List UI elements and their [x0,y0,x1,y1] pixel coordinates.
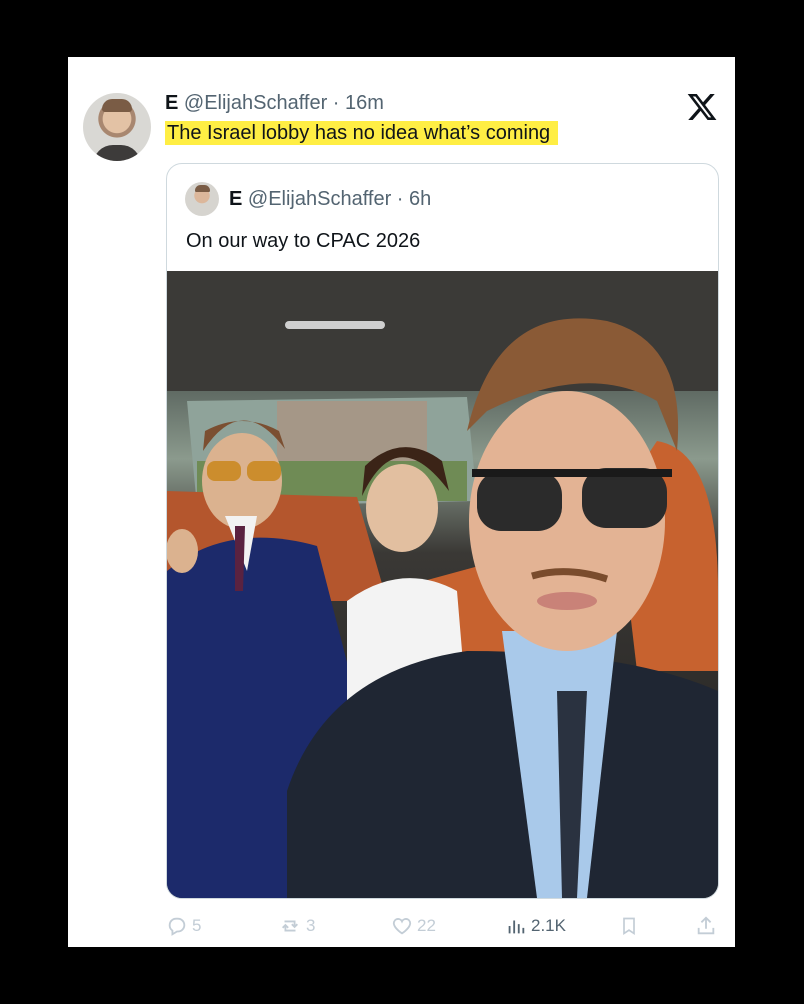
quoted-tweet-time: 6h [409,188,432,210]
front-man-lips [537,592,597,610]
tweet-photo[interactable] [167,271,718,898]
tweet-actions-bar: 5 3 22 2.1K [68,905,735,947]
like-count: 22 [417,916,436,935]
tweet-time[interactable]: 16m [345,92,384,114]
tweet-header: E @ElijahSchaffer · 16m [165,91,384,115]
view-count: 2.1K [531,916,566,935]
views-button[interactable]: 2.1K [505,915,566,937]
repost-icon [282,920,298,932]
front-man-sunglasses-left [477,471,562,531]
author-avatar[interactable] [83,93,151,161]
bookmark-button[interactable] [619,915,639,937]
reply-icon [168,917,186,936]
x-logo-icon[interactable] [686,91,718,123]
share-button[interactable] [695,915,717,937]
ceiling-light [285,321,385,329]
car-selfie-illustration [167,271,718,898]
separator-dot: · [327,92,346,114]
like-icon [392,918,412,935]
back-man-left-sunglasses-left [207,461,241,481]
quoted-tweet-header: E @ElijahSchaffer · 6h [229,187,431,211]
tweet-card[interactable]: E @ElijahSchaffer · 16m The Israel lobby… [68,57,735,947]
back-man-middle-face [366,464,438,552]
tweet-text: The Israel lobby has no idea what’s comi… [165,121,559,145]
repost-count: 3 [306,916,316,935]
repost-button[interactable]: 3 [278,915,315,937]
back-man-left-sunglasses-right [247,461,281,481]
quoted-avatar-hair [195,185,210,192]
quoted-author-name: E [229,188,243,210]
author-handle[interactable]: @ElijahSchaffer [184,92,327,114]
share-icon [697,916,715,935]
avatar-hair [102,99,132,112]
quoted-tweet-text: On our way to CPAC 2026 [186,230,421,252]
like-button[interactable]: 22 [391,915,436,937]
quoted-separator-dot: · [391,188,410,210]
sunglasses-bridge [472,469,672,477]
reply-count: 5 [192,916,202,935]
author-name[interactable]: E [165,92,178,114]
bookmark-icon [623,917,635,936]
quoted-author-handle: @ElijahSchaffer [247,188,392,210]
quoted-author-avatar [185,182,219,216]
avatar-shirt [93,145,141,161]
reply-button[interactable]: 5 [166,915,201,937]
quoted-tweet[interactable]: E @ElijahSchaffer · 6h On our way to CPA… [166,163,719,899]
peace-sign-hand [167,529,198,573]
views-icon [508,920,525,934]
